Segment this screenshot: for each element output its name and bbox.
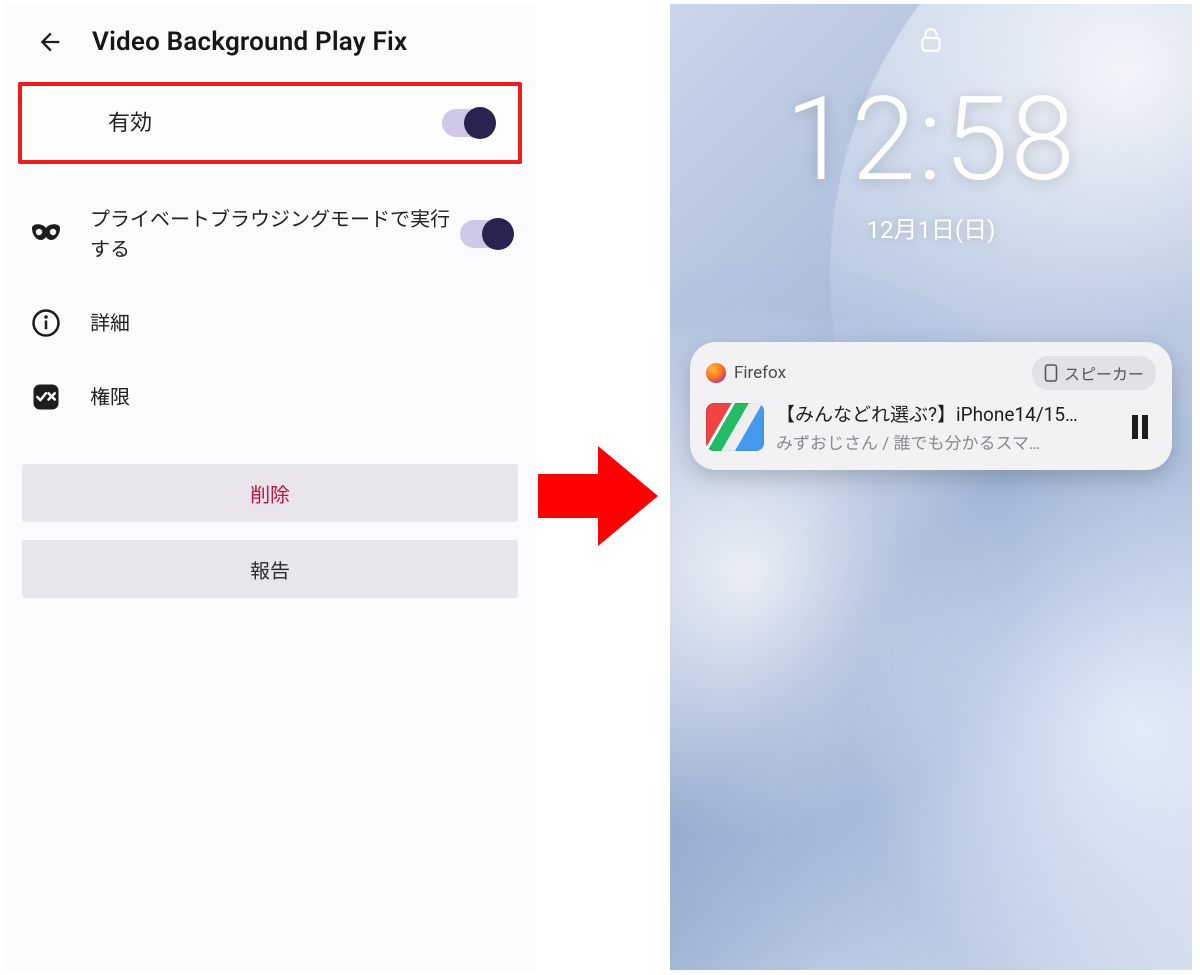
- info-icon: [28, 305, 64, 341]
- enable-label: 有効: [94, 107, 442, 140]
- settings-rows: プライベートブラウジングモードで実行する 詳細: [4, 182, 536, 434]
- notification-text: 【みんなどれ選ぶ?】iPhone14/15… みずおじさん / 誰でも分かるスマ…: [776, 400, 1112, 454]
- permissions-icon: [28, 379, 64, 415]
- notification-app: Firefox: [706, 363, 786, 383]
- lock-screen: 12:58 12月1日(日) Firefox スピーカー 【みん: [670, 4, 1192, 970]
- details-row[interactable]: 詳細: [4, 286, 536, 360]
- private-browsing-row[interactable]: プライベートブラウジングモードで実行する: [4, 182, 536, 286]
- header: Video Background Play Fix: [4, 4, 536, 82]
- media-title: 【みんなどれ選ぶ?】iPhone14/15…: [776, 400, 1112, 427]
- media-subtitle: みずおじさん / 誰でも分かるスマ…: [776, 429, 1112, 454]
- audio-output-label: スピーカー: [1064, 361, 1144, 385]
- page-title: Video Background Play Fix: [92, 27, 407, 57]
- permissions-label: 権限: [90, 382, 512, 412]
- highlight-box: 有効: [18, 82, 522, 164]
- notification-header: Firefox スピーカー: [706, 356, 1156, 390]
- media-thumbnail: [706, 403, 764, 451]
- report-label: 報告: [250, 555, 290, 584]
- pause-icon: [1132, 415, 1138, 439]
- delete-button[interactable]: 削除: [22, 464, 518, 522]
- delete-label: 削除: [250, 479, 290, 508]
- details-label: 詳細: [90, 308, 512, 338]
- clock-date: 12月1日(日): [670, 210, 1192, 245]
- media-notification[interactable]: Firefox スピーカー 【みんなどれ選ぶ?】iPhone14/15… みずお…: [690, 342, 1172, 470]
- clock-time: 12:58: [670, 72, 1192, 208]
- pause-button[interactable]: [1124, 415, 1156, 439]
- settings-screen: Video Background Play Fix 有効 プライベートブラウジン…: [4, 4, 536, 970]
- clock: 12:58 12月1日(日): [670, 72, 1192, 245]
- enable-row[interactable]: 有効: [22, 86, 518, 160]
- enable-toggle[interactable]: [442, 109, 494, 137]
- notification-app-name: Firefox: [734, 363, 786, 383]
- arrow-left-icon: [36, 28, 64, 56]
- audio-output-chip[interactable]: スピーカー: [1032, 356, 1156, 390]
- permissions-row[interactable]: 権限: [4, 360, 536, 434]
- notification-body: 【みんなどれ選ぶ?】iPhone14/15… みずおじさん / 誰でも分かるスマ…: [706, 400, 1156, 454]
- firefox-icon: [706, 363, 726, 383]
- mask-icon: [28, 216, 64, 252]
- unlock-icon: [918, 26, 944, 54]
- report-button[interactable]: 報告: [22, 540, 518, 598]
- back-button[interactable]: [34, 26, 66, 58]
- red-arrow-annotation: [538, 446, 662, 546]
- pause-icon: [1142, 415, 1148, 439]
- private-browsing-toggle[interactable]: [460, 220, 512, 248]
- phone-icon: [1044, 364, 1058, 382]
- private-browsing-label: プライベートブラウジングモードで実行する: [90, 204, 460, 264]
